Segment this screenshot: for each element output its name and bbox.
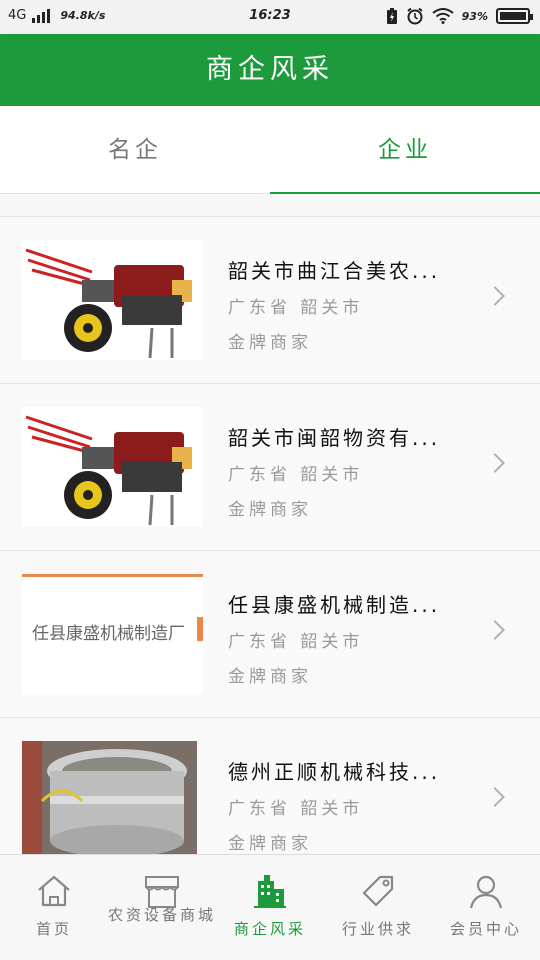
company-location: 广东省 韶关市 xyxy=(228,465,364,485)
chevron-right-icon xyxy=(485,620,505,640)
company-location: 广东省 韶关市 xyxy=(228,298,364,318)
status-bar: 4G 94.8k/s 16:23 93% xyxy=(0,0,540,34)
tractor-image xyxy=(22,407,203,527)
tag-icon xyxy=(362,875,394,907)
page-title: 商企风采 xyxy=(0,34,540,106)
nav-supply-demand[interactable]: 行业供求 xyxy=(324,855,432,960)
nav-supply-demand-label: 行业供求 xyxy=(341,920,414,938)
company-image xyxy=(22,741,197,854)
tab-bar: 名企 企业 xyxy=(0,106,540,194)
nav-home[interactable]: 首页 xyxy=(0,855,108,960)
home-icon xyxy=(38,875,70,907)
building-icon xyxy=(254,875,286,908)
company-list-item[interactable]: 任县康盛机械制造厂 任县康盛机械制造... 广东省 韶关市 金牌商家 xyxy=(0,551,540,718)
nav-companies-label: 商企风采 xyxy=(233,920,306,938)
company-location: 广东省 韶关市 xyxy=(228,632,364,652)
company-info: 韶关市闽韶物资有... 广东省 韶关市 金牌商家 xyxy=(228,422,468,520)
company-list-item[interactable]: 韶关市闽韶物资有... 广东省 韶关市 金牌商家 xyxy=(0,384,540,551)
company-name: 任县康盛机械制造... xyxy=(228,593,441,617)
tab-companies[interactable]: 企业 xyxy=(270,106,540,194)
company-level: 金牌商家 xyxy=(228,500,312,520)
chevron-right-icon xyxy=(485,787,505,807)
sign-text: 任县康盛机械制造厂 xyxy=(32,624,185,643)
nav-home-label: 首页 xyxy=(35,920,72,938)
company-level: 金牌商家 xyxy=(228,333,312,353)
wifi-icon xyxy=(432,8,454,24)
chevron-right-icon xyxy=(485,286,505,306)
battery-icon xyxy=(496,8,533,24)
company-name: 韶关市曲江合美农... xyxy=(228,259,441,283)
company-info: 任县康盛机械制造... 广东省 韶关市 金牌商家 xyxy=(228,589,468,687)
status-right: 93% xyxy=(386,7,533,25)
nav-member-center[interactable]: 会员中心 xyxy=(432,855,540,960)
nav-member-center-label: 会员中心 xyxy=(449,920,522,938)
company-level: 金牌商家 xyxy=(228,834,312,854)
company-level: 金牌商家 xyxy=(228,667,312,687)
alarm-icon xyxy=(407,7,423,25)
company-info: 德州正顺机械科技... 广东省 韶关市 金牌商家 xyxy=(228,756,468,854)
nav-store-label: 农资设备商城 xyxy=(108,906,217,924)
company-location: 广东省 韶关市 xyxy=(228,799,364,819)
chevron-right-icon xyxy=(485,453,505,473)
battery-percent: 93% xyxy=(461,9,488,23)
nav-store[interactable]: 农资设备商城 xyxy=(108,855,216,960)
company-image xyxy=(22,407,203,527)
company-name: 德州正顺机械科技... xyxy=(228,760,441,784)
battery-saver-icon xyxy=(386,8,397,24)
nav-companies[interactable]: 商企风采 xyxy=(216,855,324,960)
company-info: 韶关市曲江合美农... 广东省 韶关市 金牌商家 xyxy=(228,255,468,353)
machine-image xyxy=(22,741,197,854)
company-list[interactable]: 韶关市曲江合美农... 广东省 韶关市 金牌商家 韶关市闽韶物资有... 广东省 xyxy=(0,216,540,854)
company-name: 韶关市闽韶物资有... xyxy=(228,426,441,450)
company-list-item[interactable]: 德州正顺机械科技... 广东省 韶关市 金牌商家 xyxy=(0,718,540,854)
company-image: 任县康盛机械制造厂 xyxy=(22,574,203,694)
user-icon xyxy=(469,875,503,909)
company-image xyxy=(22,240,203,360)
company-list-item[interactable]: 韶关市曲江合美农... 广东省 韶关市 金牌商家 xyxy=(0,217,540,384)
tractor-image xyxy=(22,240,203,360)
bottom-nav: 首页 农资设备商城 商企风采 行业供求 会员中心 xyxy=(0,854,540,960)
tab-famous-companies[interactable]: 名企 xyxy=(0,106,270,193)
company-sign-image: 任县康盛机械制造厂 xyxy=(22,577,203,694)
